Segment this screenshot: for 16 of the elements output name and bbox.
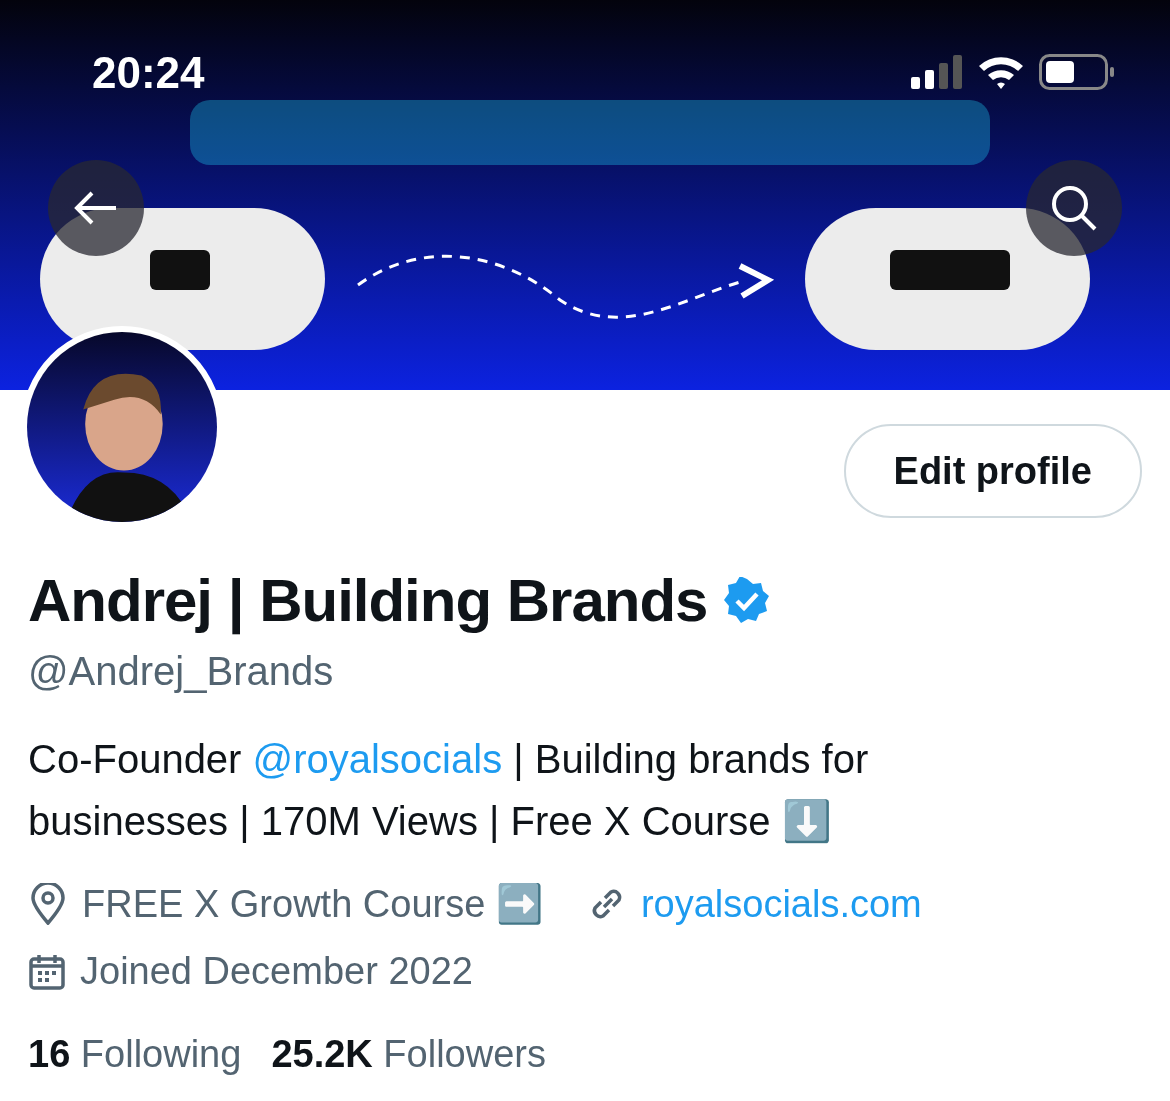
stat-link[interactable]: 16 Following — [28, 1033, 242, 1076]
profile-handle: @Andrej_Brands — [28, 649, 335, 694]
calendar-icon — [28, 952, 66, 991]
joined-date: Joined December 2022 — [80, 950, 473, 993]
location-text: FREE X Growth Course ➡ — [82, 882, 543, 926]
search-icon — [1050, 184, 1098, 232]
location-pin-icon — [28, 883, 68, 925]
battery-icon — [1039, 54, 1115, 90]
edit-profile-button[interactable]: Edit profile — [843, 424, 1142, 518]
signal-icon — [911, 55, 963, 89]
status-time: 20:24 — [92, 48, 205, 98]
bio-text: Co-Founder @royalsocials | Building brands for businesses | 170M Views | Free X Course ⬇ — [28, 736, 870, 845]
stat-link[interactable]: 25.2K Followers — [271, 1033, 546, 1076]
profile-name: Andrej | Building Brands — [28, 566, 708, 635]
back-arrow-icon — [74, 190, 118, 226]
wifi-icon — [977, 54, 1025, 90]
